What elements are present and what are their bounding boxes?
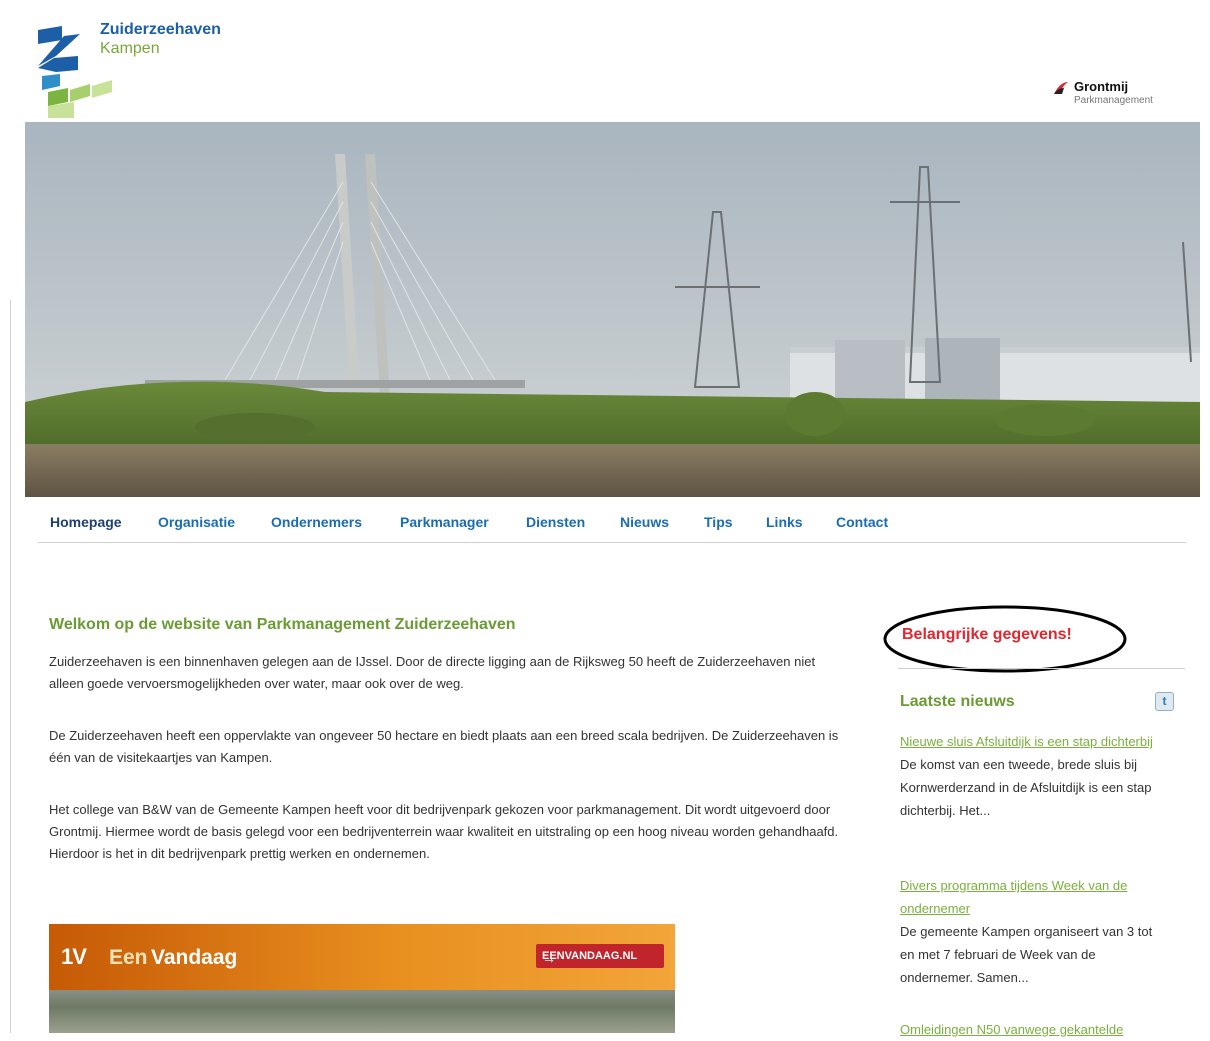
hero-image [25,122,1200,497]
twitter-icon[interactable]: t [1155,692,1174,711]
video-brand-name: Vandaag [151,946,238,969]
nav-homepage[interactable]: Homepage [50,514,122,530]
video-channel-badge: 1V [61,944,87,969]
nav-organisatie[interactable]: Organisatie [158,514,235,530]
highlight-circle [883,605,1127,673]
site-title: Zuiderzeehaven [100,21,221,38]
news-item-link[interactable]: Nieuwe sluis Afsluitdijk is een stap dic… [900,730,1170,753]
hero-landscape-illustration [25,122,1200,497]
news-item: Omleidingen N50 vanwege gekantelde [900,1018,1170,1041]
news-item-link[interactable]: Divers programma tijdens Week van de ond… [900,874,1170,920]
video-link-label: EENVANDAAG.NL [542,950,638,962]
page-title: Welkom op de website van Parkmanagement … [49,616,516,633]
nav-contact[interactable]: Contact [836,514,888,530]
news-heading: Laatste nieuws [900,693,1015,710]
nav-ondernemers[interactable]: Ondernemers [271,514,362,530]
nav-links[interactable]: Links [766,514,803,530]
news-item: Nieuwe sluis Afsluitdijk is een stap dic… [900,730,1170,822]
nav-tips[interactable]: Tips [704,514,733,530]
sidebar-divider [898,668,1185,669]
video-thumbnail [49,990,675,1033]
nav-nieuws[interactable]: Nieuws [620,514,669,530]
eenvandaag-link-button[interactable]: EENVANDAAG.NL → [536,944,664,968]
news-item-excerpt: De komst van een tweede, brede sluis bij… [900,757,1152,818]
grontmij-logo-icon [1054,82,1068,94]
eenvandaag-video[interactable]: 1V Een Vandaag EENVANDAAG.NL → [49,924,675,1033]
partner-name: Grontmij [1074,79,1129,94]
main-nav: Homepage Organisatie Ondernemers Parkman… [38,512,1186,543]
news-item-excerpt: De gemeente Kampen organiseert van 3 tot… [900,924,1153,985]
site-subtitle: Kampen [100,40,160,57]
partner-subtitle: Parkmanagement [1074,95,1153,106]
news-item: Divers programma tijdens Week van de ond… [900,874,1170,989]
intro-paragraph-1: Zuiderzeehaven is een binnenhaven gelege… [49,654,816,691]
news-item-link[interactable]: Omleidingen N50 vanwege gekantelde [900,1018,1170,1041]
nav-parkmanager[interactable]: Parkmanager [400,514,489,530]
page-left-rule [10,300,11,1033]
intro-paragraph-2: De Zuiderzeehaven heeft een oppervlakte … [49,728,839,765]
partner-logo[interactable]: Grontmij Parkmanagement [1052,79,1182,109]
intro-paragraph-3: Het college van B&W van de Gemeente Kamp… [49,802,839,861]
nav-diensten[interactable]: Diensten [526,514,585,530]
arrow-right-icon: → [542,950,556,966]
video-brand-prefix: Een [109,946,148,969]
